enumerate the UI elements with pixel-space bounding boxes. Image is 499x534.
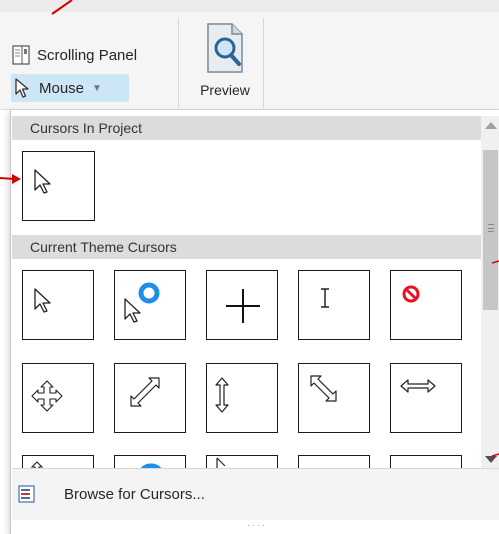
diagonal-resize-ne-sw-icon (130, 377, 160, 407)
ribbon-group-divider (263, 18, 264, 108)
cursor-cell-normal-select[interactable] (22, 270, 94, 340)
cursor-cell-row3-2[interactable] (114, 455, 186, 469)
cursor-cell-row3-4[interactable] (298, 455, 370, 469)
cursor-cell-diagonal-resize-2[interactable] (298, 363, 370, 433)
cursor-cell-working-in-background[interactable] (114, 270, 186, 340)
cursor-cell-project-arrow[interactable] (22, 151, 95, 221)
cursor-cell-row3-3[interactable] (206, 455, 278, 469)
ribbon: Scrolling Panel Mouse ▼ Preview (0, 0, 499, 110)
vertical-resize-icon (215, 377, 229, 413)
cursor-cell-unavailable[interactable] (390, 270, 462, 340)
arrow-cursor-icon (34, 288, 51, 313)
working-in-background-cursor-icon (124, 282, 160, 323)
cursor-cell-text-select[interactable] (298, 270, 370, 340)
preview-button[interactable]: Preview (190, 18, 260, 106)
grip-icon (488, 224, 494, 232)
cursor-cell-vertical-resize[interactable] (206, 363, 278, 433)
scrolling-panel-button[interactable]: Scrolling Panel (11, 42, 137, 68)
gallery-scrollbar[interactable] (481, 116, 499, 468)
browse-folder-icon (18, 485, 35, 503)
section-header-project: Cursors In Project (12, 116, 481, 140)
scroll-down-icon[interactable] (485, 456, 497, 463)
section-header-theme: Current Theme Cursors (12, 235, 481, 259)
mouse-dropdown-button[interactable]: Mouse ▼ (11, 74, 129, 102)
scrollbar-thumb[interactable] (483, 150, 498, 310)
gallery-footer: Browse for Cursors... (12, 468, 499, 520)
text-select-ibeam-icon (321, 288, 329, 308)
scrolling-panel-icon (12, 45, 30, 65)
scroll-up-icon[interactable] (485, 122, 497, 129)
mouse-pointer-icon (15, 78, 29, 98)
scrolling-panel-label: Scrolling Panel (37, 46, 138, 64)
browse-for-cursors-label: Browse for Cursors... (64, 485, 205, 503)
cursor-cell-precision-select[interactable] (206, 270, 278, 340)
preview-magnifier-icon (207, 23, 243, 73)
cursor-cell-horizontal-resize[interactable] (390, 363, 462, 433)
arrow-cursor-icon (34, 169, 51, 194)
cursor-cell-move[interactable] (22, 363, 94, 433)
diagonal-resize-nw-se-icon (310, 375, 337, 402)
precision-select-crosshair-icon (226, 289, 260, 323)
unavailable-cursor-icon (402, 285, 420, 303)
chevron-down-icon: ▼ (92, 82, 102, 94)
horizontal-resize-icon (400, 379, 436, 393)
mouse-label: Mouse (39, 79, 85, 97)
cursor-gallery: Cursors In Project Current Theme Cursors (10, 110, 499, 534)
browse-for-cursors-button[interactable]: Browse for Cursors... (12, 479, 205, 509)
ribbon-group-divider (178, 18, 179, 108)
cursor-cell-row3-1[interactable] (22, 455, 94, 469)
cursor-cell-diagonal-resize-1[interactable] (114, 363, 186, 433)
preview-label: Preview (200, 82, 250, 98)
resize-grip[interactable]: ···· (247, 520, 275, 530)
move-cursor-icon (31, 380, 63, 412)
ribbon-top-edge (0, 0, 499, 12)
cursor-cell-row3-5[interactable] (390, 455, 462, 469)
